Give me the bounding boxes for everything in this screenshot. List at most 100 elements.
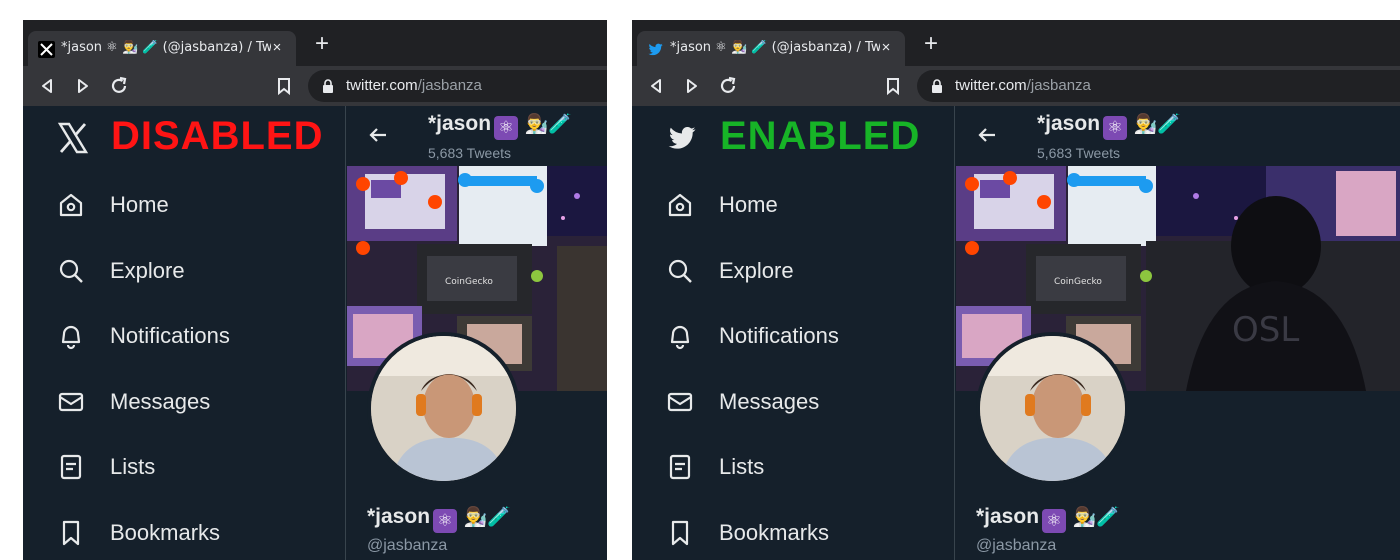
nav-label: Home [110,192,169,217]
profile-header: *jason ⚛ 👨‍🔬🧪 5,683 Tweets [956,106,1400,166]
nav-label: Lists [110,454,156,479]
tab-strip: *jason ⚛ 👨‍🔬 🧪 (@jasbanza) / Tw × + [23,20,607,66]
nav-label: Messages [110,389,211,414]
profile-display-name: *jason ⚛ 👨‍🔬🧪 [367,505,511,533]
envelope-icon [667,392,693,412]
nav-item-notifications[interactable]: Notifications [666,316,936,356]
tab-title: *jason ⚛ 👨‍🔬 🧪 (@jasbanza) / Tw [61,40,271,55]
twitter-bird-icon[interactable] [666,122,698,154]
avatar-photo [371,336,516,481]
home-icon [59,193,83,217]
back-arrow-icon[interactable] [976,124,998,146]
url-text: twitter.com/jasbanza [346,77,482,94]
nav-item-explore[interactable]: Explore [57,251,327,291]
sidebar: ENABLED Home Explore Notifications Messa… [632,106,955,560]
nav-item-lists[interactable]: Lists [666,447,936,487]
bookmark-icon [671,520,689,546]
bookmark-star-icon[interactable] [272,74,296,98]
back-icon[interactable] [35,74,59,98]
new-tab-button[interactable]: + [919,32,943,56]
url-path: /jasbanza [1026,77,1091,94]
nav-label: Explore [110,258,185,283]
nav-label: Bookmarks [110,520,221,545]
twitter-bird-favicon-icon [648,43,663,56]
browser-window-disabled: *jason ⚛ 👨‍🔬 🧪 (@jasbanza) / Tw × + twit… [23,20,607,560]
nav-label: Explore [719,258,794,283]
scientist-test-tube-emoji: 👨‍🔬🧪 [1133,113,1181,135]
nav-label: Home [719,192,778,217]
banner-text-coingecko: CoinGecko [445,277,493,287]
new-tab-button[interactable]: + [310,32,334,56]
bookmark-icon [62,520,80,546]
nav-item-explore[interactable]: Explore [666,251,936,291]
nav-item-lists[interactable]: Lists [57,447,327,487]
url-host: twitter.com [955,77,1027,94]
nav-label: Lists [719,454,765,479]
lock-icon [932,79,942,93]
nav-item-home[interactable]: Home [666,185,936,225]
address-bar[interactable]: twitter.com/jasbanza [917,70,1400,102]
bookmark-star-icon[interactable] [881,74,905,98]
url-path: /jasbanza [417,77,482,94]
tweet-count: 5,683 Tweets [1037,145,1121,161]
tab-title: *jason ⚛ 👨‍🔬 🧪 (@jasbanza) / Tw [670,40,880,55]
banner-text-osl: OSL [1232,310,1299,350]
status-label: ENABLED [720,114,921,158]
atom-emoji-icon: ⚛ [1103,116,1128,140]
lock-icon [323,79,333,93]
name-emoji: ⚛ 👨‍🔬🧪 [491,113,572,140]
nav-item-messages[interactable]: Messages [57,382,327,422]
profile-display-name-text: *jason [367,505,431,528]
scientist-test-tube-emoji: 👨‍🔬🧪 [1072,506,1120,528]
profile-header-name-text: *jason [1037,112,1101,135]
close-tab-icon[interactable]: × [877,37,895,59]
profile-header-name: *jason ⚛ 👨‍🔬🧪 [1037,112,1181,140]
nav-item-bookmarks[interactable]: Bookmarks [666,513,936,553]
atom-emoji-icon: ⚛ [494,116,519,140]
browser-tab[interactable]: *jason ⚛ 👨‍🔬 🧪 (@jasbanza) / Tw × [28,31,296,66]
search-icon [59,259,83,283]
profile-column: *jason⚛ 👨‍🔬🧪 5,683 Tweets CoinGeck [347,106,607,560]
list-icon [60,454,82,480]
x-logo-icon[interactable] [57,122,89,154]
address-bar[interactable]: twitter.com/jasbanza [308,70,607,102]
reload-icon[interactable] [716,74,740,98]
profile-header-name-text: *jason [428,112,492,135]
avatar[interactable] [976,332,1129,485]
sidebar: DISABLED Home Explore Notifications Mess… [23,106,346,560]
close-tab-icon[interactable]: × [268,37,286,59]
profile-display-name: *jason ⚛ 👨‍🔬🧪 [976,505,1120,533]
banner-text-coingecko: CoinGecko [1054,277,1102,287]
atom-emoji-icon: ⚛ [433,509,458,533]
name-emoji: ⚛ 👨‍🔬🧪 [1100,113,1181,140]
profile-header-name: *jason ⚛ 👨‍🔬🧪 [428,112,572,140]
nav-label: Messages [719,389,820,414]
back-arrow-icon[interactable] [367,124,389,146]
reload-icon[interactable] [107,74,131,98]
nav-item-home[interactable]: Home [57,185,327,225]
search-icon [668,259,692,283]
name-emoji: ⚛ 👨‍🔬🧪 [430,506,511,533]
tab-strip: *jason ⚛ 👨‍🔬 🧪 (@jasbanza) / Tw × + [632,20,1400,66]
browser-toolbar: twitter.com/jasbanza [632,66,1400,106]
profile-display-name-text: *jason [976,505,1040,528]
twitter-page: ENABLED Home Explore Notifications Messa… [632,106,1400,560]
browser-window-enabled: *jason ⚛ 👨‍🔬 🧪 (@jasbanza) / Tw × + twit… [632,20,1400,560]
browser-tab[interactable]: *jason ⚛ 👨‍🔬 🧪 (@jasbanza) / Tw × [637,31,905,66]
scientist-test-tube-emoji: 👨‍🔬🧪 [524,113,572,135]
tweet-count: 5,683 Tweets [428,145,512,161]
nav-item-messages[interactable]: Messages [666,382,936,422]
forward-icon[interactable] [71,74,95,98]
forward-icon[interactable] [680,74,704,98]
url-host: twitter.com [346,77,418,94]
nav-label: Notifications [110,323,230,348]
nav-item-bookmarks[interactable]: Bookmarks [57,513,327,553]
nav-item-notifications[interactable]: Notifications [57,316,327,356]
x-favicon-icon [38,41,55,58]
avatar-photo [980,336,1125,481]
profile-handle: @jasbanza [976,537,1057,554]
avatar[interactable] [367,332,520,485]
back-icon[interactable] [644,74,668,98]
nav-label: Bookmarks [719,520,830,545]
browser-toolbar: twitter.com/jasbanza [23,66,607,106]
